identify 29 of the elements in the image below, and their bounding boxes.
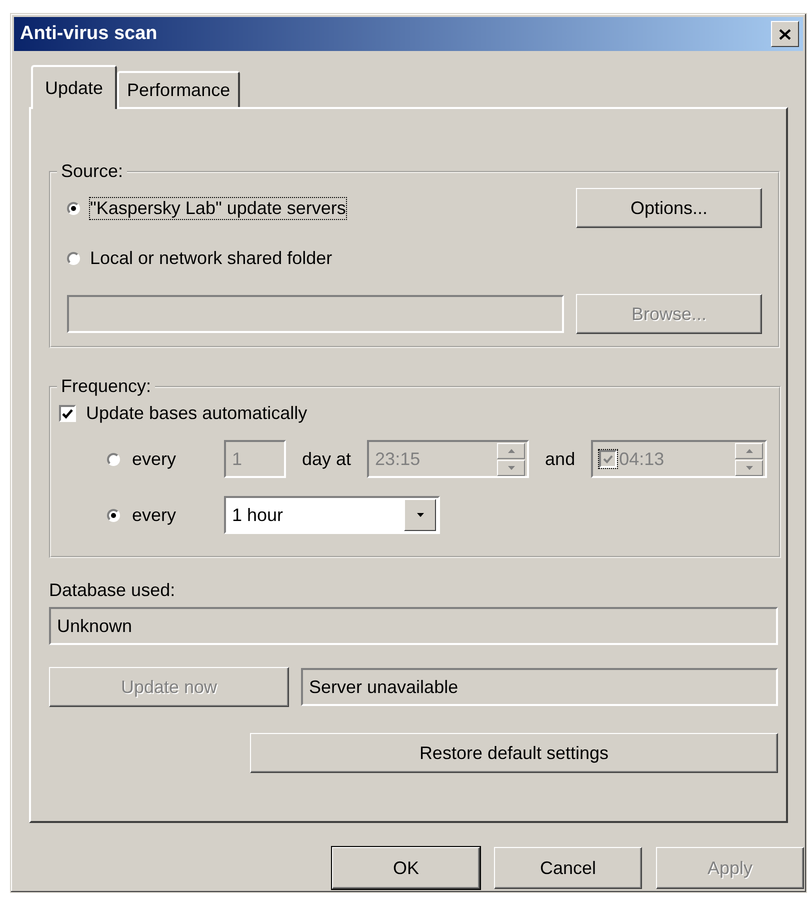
database-label: Database used:	[49, 580, 176, 601]
database-field: Unknown	[49, 607, 778, 645]
radio-label: Local or network shared folder	[90, 248, 332, 268]
group-label: Frequency:	[60, 376, 152, 397]
window-title: Anti-virus scan	[20, 23, 158, 45]
checkbox[interactable]	[59, 405, 76, 422]
radio-label: every	[132, 448, 178, 470]
radio-label: every	[132, 504, 178, 526]
spin-buttons[interactable]	[735, 442, 764, 476]
checkbox-label: Update bases automatically	[86, 403, 308, 424]
tab[interactable]: Update	[31, 65, 118, 109]
dialog-button[interactable]: Cancel	[494, 847, 642, 889]
interval-dropdown[interactable]: 1 hour	[224, 496, 440, 534]
and-label: and	[545, 448, 576, 470]
group-label: Source:	[60, 161, 124, 182]
radio-button[interactable]	[107, 508, 120, 522]
radio-label: "Kaspersky Lab" update servers	[90, 198, 346, 218]
radio-button[interactable]	[67, 202, 80, 214]
status-field: Server unavailable	[301, 668, 778, 706]
checkmark-icon	[603, 454, 614, 464]
close-icon	[779, 28, 791, 40]
restore-defaults-button[interactable]: Restore default settings	[250, 733, 778, 773]
radio-button[interactable]	[67, 252, 80, 264]
dialog-button[interactable]: OK	[332, 847, 480, 889]
day-at-label: day at	[302, 448, 352, 470]
spin-buttons[interactable]	[497, 442, 526, 476]
options-button[interactable]: Options...	[576, 188, 762, 228]
tab[interactable]: Performance	[117, 71, 240, 107]
close-button[interactable]	[771, 21, 799, 47]
